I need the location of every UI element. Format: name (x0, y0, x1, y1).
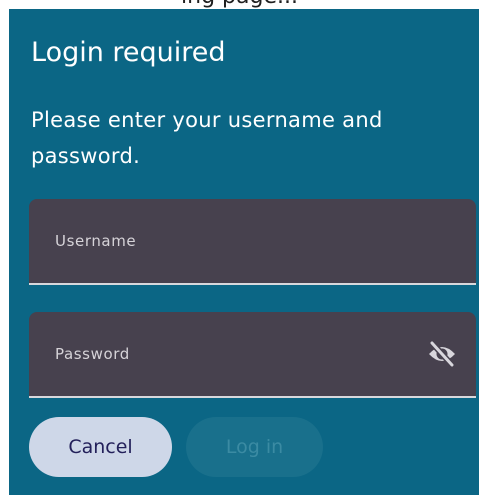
username-input[interactable] (53, 249, 417, 275)
password-label: Password (55, 345, 130, 363)
visibility-off-icon[interactable] (426, 340, 458, 368)
password-input[interactable] (53, 362, 417, 388)
username-label: Username (55, 232, 137, 250)
cancel-button[interactable]: Cancel (29, 417, 172, 477)
background-page-text: ing page... (0, 0, 479, 8)
password-field[interactable]: Password (29, 312, 476, 398)
username-field[interactable]: Username (29, 199, 476, 285)
dialog-message: Please enter your username and password. (31, 108, 383, 168)
dialog-title: Login required (31, 37, 226, 68)
login-button[interactable]: Log in (186, 417, 323, 477)
login-dialog: Login required Please enter your usernam… (9, 9, 479, 495)
